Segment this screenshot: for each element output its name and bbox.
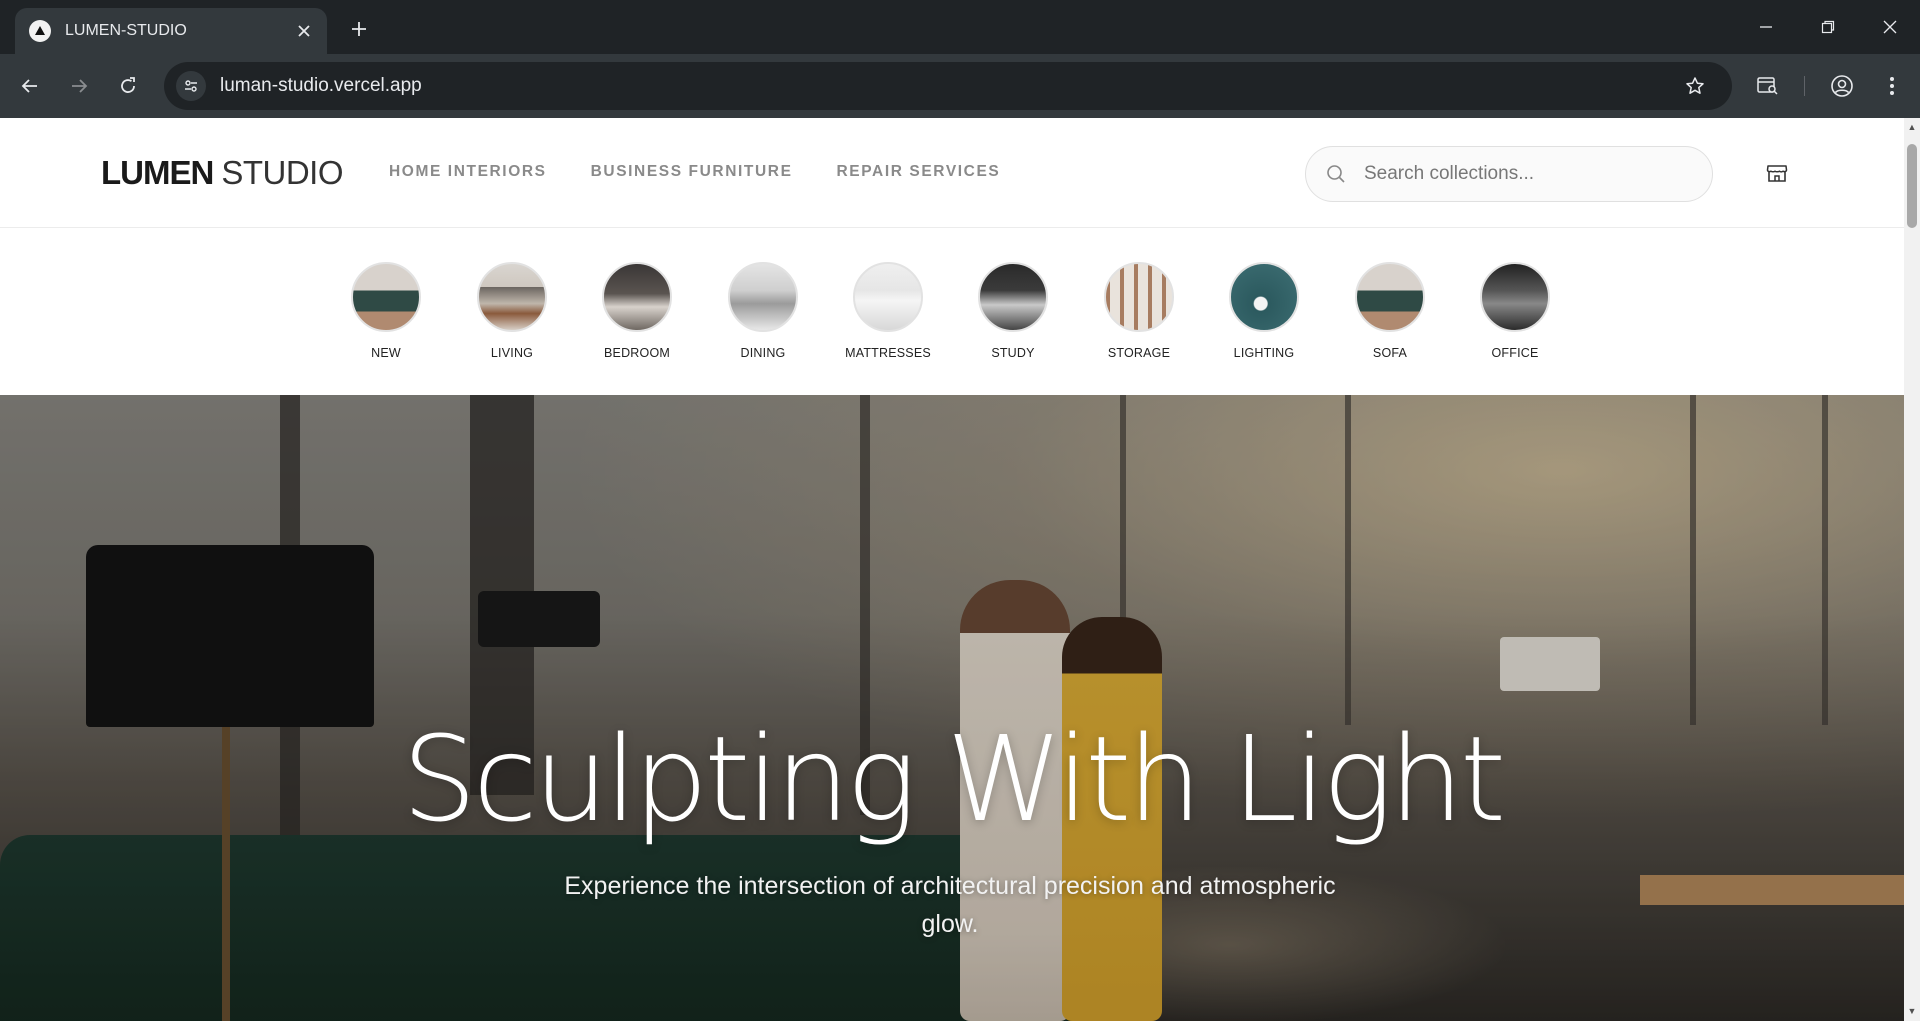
search-input[interactable] [1364, 163, 1694, 185]
store-icon[interactable] [1762, 158, 1792, 188]
category-living[interactable]: LIVING [462, 262, 562, 360]
site-logo[interactable]: LUMEN STUDIO [101, 154, 343, 192]
category-label: LIGHTING [1233, 346, 1295, 360]
restore-icon[interactable] [1808, 10, 1848, 44]
hero-title: Sculpting With Light [401, 710, 1506, 848]
nav-repair-services[interactable]: REPAIR SERVICES [837, 163, 1001, 181]
category-lighting[interactable]: LIGHTING [1214, 262, 1314, 360]
profile-icon[interactable] [1826, 70, 1858, 102]
category-label: DINING [740, 346, 786, 360]
hero-banner: Sculpting With Light Experience the inte… [0, 395, 1904, 1021]
new-tab-plus-icon[interactable] [344, 14, 374, 44]
tab-search-icon[interactable] [1752, 70, 1784, 102]
category-mattresses[interactable]: MATTRESSES [838, 262, 938, 360]
url-text[interactable]: luman-studio.vercel.app [220, 75, 1678, 97]
browser-tab-active[interactable]: LUMEN-STUDIO [15, 8, 327, 54]
category-label: BEDROOM [604, 346, 670, 360]
category-label: SOFA [1372, 346, 1408, 360]
nav-home-interiors[interactable]: HOME INTERIORS [389, 163, 547, 181]
mattress-thumbnail-icon [853, 262, 923, 332]
tab-close-icon[interactable] [293, 20, 315, 42]
category-bedroom[interactable]: BEDROOM [587, 262, 687, 360]
toolbar-divider [1804, 76, 1805, 96]
bedroom-thumbnail-icon [602, 262, 672, 332]
main-nav: HOME INTERIORS BUSINESS FURNITURE REPAIR… [389, 163, 1000, 181]
study-thumbnail-icon [978, 262, 1048, 332]
dining-thumbnail-icon [728, 262, 798, 332]
kebab-menu-icon[interactable] [1876, 70, 1908, 102]
category-dining[interactable]: DINING [713, 262, 813, 360]
category-study[interactable]: STUDY [963, 262, 1063, 360]
scrollbar-thumb[interactable] [1907, 144, 1917, 228]
minimize-icon[interactable] [1746, 10, 1786, 44]
scroll-down-arrow-icon[interactable]: ▼ [1907, 1006, 1917, 1016]
category-office[interactable]: OFFICE [1465, 262, 1565, 360]
category-new[interactable]: NEW [336, 262, 436, 360]
browser-tabstrip: LUMEN-STUDIO [0, 0, 1920, 54]
category-label: STORAGE [1107, 346, 1171, 360]
forward-arrow-icon[interactable] [63, 70, 95, 102]
category-strip: NEW LIVING BEDROOM DINING MATTRESSES STU… [0, 228, 1904, 395]
living-room-thumbnail-icon [477, 262, 547, 332]
page-viewport: LUMEN STUDIO HOME INTERIORS BUSINESS FURN… [0, 118, 1904, 1021]
category-sofa[interactable]: SOFA [1340, 262, 1440, 360]
tab-title: LUMEN-STUDIO [65, 22, 187, 39]
back-arrow-icon[interactable] [14, 70, 46, 102]
category-label: LIVING [490, 346, 534, 360]
category-storage[interactable]: STORAGE [1089, 262, 1189, 360]
hero-subtitle: Experience the intersection of architect… [564, 872, 1336, 938]
office-thumbnail-icon [1480, 262, 1550, 332]
category-label: OFFICE [1491, 346, 1539, 360]
sofa-thumbnail-icon [351, 262, 421, 332]
browser-toolbar: luman-studio.vercel.app [0, 54, 1920, 118]
site-header: LUMEN STUDIO HOME INTERIORS BUSINESS FURN… [0, 118, 1904, 228]
nav-business-furniture[interactable]: BUSINESS FURNITURE [591, 163, 793, 181]
lamp-thumbnail-icon [1229, 262, 1299, 332]
page-scrollbar[interactable]: ▲ ▼ [1904, 118, 1920, 1021]
logo-bold-text: LUMEN [101, 154, 214, 191]
address-bar[interactable]: luman-studio.vercel.app [164, 62, 1732, 110]
logo-light-text: STUDIO [221, 154, 343, 191]
search-icon [1326, 163, 1348, 185]
reload-icon[interactable] [112, 70, 144, 102]
sofa-thumbnail-icon [1355, 262, 1425, 332]
category-label: STUDY [991, 346, 1035, 360]
scroll-up-arrow-icon[interactable]: ▲ [1907, 122, 1917, 132]
category-label: MATTRESSES [845, 346, 931, 360]
storage-thumbnail-icon [1104, 262, 1174, 332]
vercel-favicon-icon [29, 20, 51, 42]
site-settings-icon[interactable] [176, 71, 206, 101]
bookmark-star-icon[interactable] [1678, 69, 1712, 103]
search-box[interactable] [1305, 146, 1713, 202]
close-window-icon[interactable] [1870, 10, 1910, 44]
category-label: NEW [371, 346, 401, 360]
